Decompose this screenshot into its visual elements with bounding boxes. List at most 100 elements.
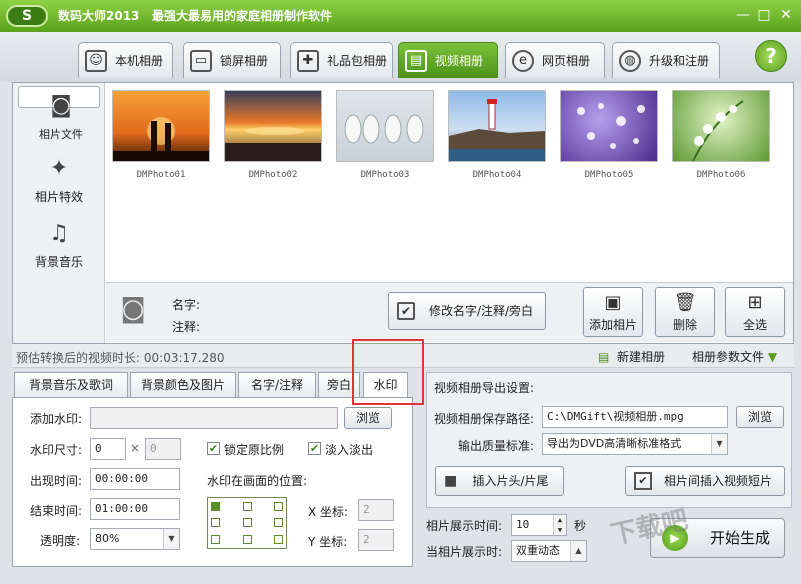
app-slogan: 最强大最易用的家庭相册制作软件 — [151, 9, 332, 23]
photo-thumbnail[interactable] — [672, 90, 770, 162]
position-label: 水印在画面的位置: — [207, 474, 308, 488]
insert-intro-outro-button[interactable]: ■ 插入片头/片尾 — [435, 466, 564, 496]
estimated-duration: 预估转换后的视频时长: 00:03:17.280 — [16, 351, 225, 365]
position-middle-left[interactable] — [211, 518, 220, 527]
maximize-button[interactable]: □ — [754, 6, 774, 24]
trash-icon: 🗑 — [673, 292, 697, 313]
watermark-browse-button[interactable]: 浏览 — [344, 407, 392, 429]
export-title: 视频相册导出设置: — [434, 381, 535, 395]
help-button[interactable]: ? — [755, 40, 787, 72]
transition-select[interactable]: 双重动态 ▲ — [511, 540, 587, 562]
photo-name: DMPhoto05 — [584, 170, 634, 180]
photo-name: DMPhoto01 — [136, 170, 186, 180]
gift-icon: ✚ — [297, 49, 319, 72]
tab-upgrade-register[interactable]: ◍ 升级和注册 — [612, 42, 720, 78]
position-top-left[interactable] — [211, 502, 220, 511]
note-label: 注释: — [172, 320, 201, 334]
quality-select[interactable]: 导出为DVD高清晰标准格式 ▼ — [542, 433, 728, 455]
size-times-sign: × — [130, 441, 141, 455]
dropdown-arrow-icon: ▲ — [570, 541, 586, 561]
position-top-right[interactable] — [274, 502, 283, 511]
quality-label: 输出质量标准: — [458, 439, 535, 453]
photo-thumbnail[interactable] — [560, 90, 658, 162]
sidebar — [13, 83, 105, 343]
fade-checkbox[interactable]: ✔ — [308, 442, 321, 455]
camera-icon: ◙ — [120, 294, 146, 324]
tab-web-album[interactable]: e 网页相册 — [505, 42, 605, 78]
minimize-button[interactable]: — — [733, 6, 753, 24]
tab-lockscreen-album[interactable]: ▭ 锁屏相册 — [183, 42, 281, 78]
watermark-file-input[interactable] — [90, 407, 338, 429]
export-browse-button[interactable]: 浏览 — [736, 406, 784, 428]
end-time-label: 结束时间: — [30, 504, 83, 518]
edit-check-icon: ✔ — [397, 302, 415, 320]
video-camera-icon: ■ — [444, 473, 458, 489]
lily-of-valley-image — [692, 100, 744, 162]
y-coord-label: Y 坐标: — [308, 535, 348, 549]
dropdown-arrow-icon: ▼ — [711, 434, 727, 454]
camera-icon: ◙ — [50, 93, 72, 118]
photo-thumbnail[interactable] — [448, 90, 546, 162]
ie-browser-icon: e — [512, 49, 534, 72]
slippers-image — [344, 114, 424, 144]
globe-icon: ◍ — [619, 49, 641, 72]
position-bottom-right[interactable] — [274, 535, 283, 544]
spinner-arrows-icon: ▲ ▼ — [553, 515, 566, 535]
sidebar-item-photo-files[interactable]: ◙ 相片文件 — [18, 86, 100, 141]
add-photo-button[interactable]: ▣ 添加相片 — [583, 287, 643, 337]
position-bottom-left[interactable] — [211, 535, 220, 544]
end-time-input[interactable]: 01:00:00 — [90, 498, 180, 520]
photo-name: DMPhoto04 — [472, 170, 522, 180]
edit-name-note-button[interactable]: ✔ 修改名字/注释/旁白 — [388, 292, 546, 330]
position-bottom-center[interactable] — [243, 535, 252, 544]
position-middle-center[interactable] — [243, 518, 252, 527]
sidebar-item-photo-effects[interactable]: ✦ 相片特效 — [18, 150, 100, 210]
album-param-file-menu[interactable]: 相册参数文件 ▼ — [692, 348, 777, 365]
position-grid[interactable] — [207, 497, 287, 549]
sunset-beach-image — [225, 127, 321, 161]
tab-video-album[interactable]: ▤ 视频相册 — [398, 42, 498, 78]
show-time-label: 相片展示时间: — [426, 519, 503, 533]
lighthouse-image — [449, 99, 545, 161]
y-coord-input[interactable]: 2 — [358, 529, 394, 551]
tab-name-note[interactable]: 名字/注释 — [238, 372, 316, 398]
position-top-center[interactable] — [243, 502, 252, 511]
size-width-input[interactable]: 0 — [90, 438, 126, 460]
name-label: 名字: — [172, 298, 201, 312]
couple-silhouette-image — [113, 117, 209, 161]
appear-time-input[interactable]: 00:00:00 — [90, 468, 180, 490]
app-logo-icon: S — [6, 5, 48, 27]
tab-gift-album[interactable]: ✚ 礼品包相册 — [290, 42, 393, 78]
sidebar-item-bg-music[interactable]: ♫ 背景音乐 — [18, 215, 100, 275]
photo-name: DMPhoto06 — [696, 170, 746, 180]
delete-button[interactable]: 🗑 删除 — [655, 287, 715, 337]
photo-name: DMPhoto03 — [360, 170, 410, 180]
size-label: 水印尺寸: — [30, 443, 83, 457]
photo-thumbnail[interactable] — [336, 90, 434, 162]
save-path-input[interactable]: C:\DMGift\视频相册.mpg — [542, 406, 728, 428]
show-time-spinner[interactable]: 10 ▲ ▼ — [511, 514, 567, 536]
add-watermark-label: 添加水印: — [30, 412, 83, 426]
tab-local-album[interactable]: ☺ 本机相册 — [78, 42, 173, 78]
x-coord-input[interactable]: 2 — [358, 499, 394, 521]
tab-bg-color-image[interactable]: 背景颜色及图片 — [130, 372, 236, 398]
select-all-button[interactable]: ⊞ 全选 — [725, 287, 785, 337]
tab-bg-music-lyrics[interactable]: 背景音乐及歌词 — [14, 372, 128, 398]
edit-check-icon: ✔ — [634, 472, 652, 490]
close-button[interactable]: ✕ — [776, 6, 796, 24]
film-icon: ▤ — [405, 49, 427, 72]
document-icon: ▤ — [598, 350, 610, 364]
app-name: 数码大师2013 — [58, 9, 140, 23]
size-height-input[interactable]: 0 — [145, 438, 181, 460]
opacity-select[interactable]: 80% ▼ — [90, 528, 180, 550]
app-title: 数码大师2013 最强大最易用的家庭相册制作软件 — [58, 7, 332, 24]
transition-label: 当相片展示时: — [426, 545, 503, 559]
appear-time-label: 出现时间: — [30, 474, 83, 488]
position-middle-right[interactable] — [274, 518, 283, 527]
grid-icon: ⊞ — [747, 292, 763, 313]
new-album-link[interactable]: ▤ 新建相册 — [598, 348, 665, 365]
photo-thumbnail[interactable] — [112, 90, 210, 162]
lock-ratio-checkbox[interactable]: ✔ — [207, 442, 220, 455]
photo-thumbnail[interactable] — [224, 90, 322, 162]
dropdown-arrow-icon: ▼ — [767, 350, 778, 364]
